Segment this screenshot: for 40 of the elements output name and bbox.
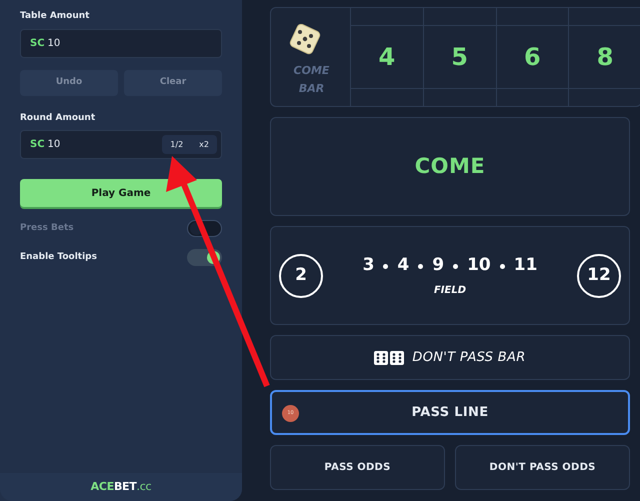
field-number: 9 xyxy=(432,254,444,278)
field-number: 12 xyxy=(577,254,621,298)
bullet-icon xyxy=(453,264,458,268)
odds-bet-area[interactable]: DON'T PASS ODDS xyxy=(455,445,630,490)
currency-label: SC xyxy=(30,36,45,50)
field-number: 10 xyxy=(467,254,491,278)
field-number: 4 xyxy=(397,254,410,278)
amount-field[interactable]: SC 10 1/2 x2 xyxy=(20,130,222,159)
modifier-button[interactable]: x2 xyxy=(191,135,217,154)
bar-label: BAR xyxy=(298,81,324,97)
bullet-icon xyxy=(500,264,505,268)
point-number[interactable]: 5 xyxy=(424,26,496,88)
come-bet-area[interactable]: COME xyxy=(270,117,630,216)
field-number: 11 xyxy=(514,254,538,278)
field-label: Table Amount xyxy=(20,10,90,23)
currency-label: SC xyxy=(30,138,45,152)
toggle-label: Press Bets xyxy=(20,222,74,235)
dice-icon xyxy=(374,350,404,364)
modifier-button[interactable]: 1/2 xyxy=(162,135,192,154)
odds-bet-area[interactable]: PASS ODDS xyxy=(270,445,445,490)
field-label: Round Amount xyxy=(20,112,96,124)
field-number: 3 xyxy=(362,254,374,278)
dont-pass-bar-area[interactable]: DON'T PASS BAR xyxy=(270,335,630,380)
bet-label: PASS LINE xyxy=(412,404,488,422)
play-game-button[interactable]: Play Game xyxy=(20,179,222,207)
amount-value: 10 xyxy=(48,138,62,152)
bullet-icon xyxy=(418,264,424,268)
bar-label: COME xyxy=(292,63,330,79)
field-label: FIELD xyxy=(434,284,466,298)
toggle-label: Enable Tooltips xyxy=(20,250,97,264)
field-bet-area[interactable]: 2 3 4 9 10 11 FIELD 12 xyxy=(270,226,630,325)
bullet-icon xyxy=(383,264,388,268)
amount-field[interactable]: SC 10 xyxy=(20,28,222,58)
point-number[interactable]: 6 xyxy=(496,26,568,88)
bet-label: DON'T PASS BAR xyxy=(412,348,526,367)
field-number: 2 xyxy=(279,254,323,298)
brand-logo: ACEBET.cc xyxy=(90,478,152,495)
point-number[interactable]: 8 xyxy=(569,26,640,88)
point-number[interactable]: 4 xyxy=(351,26,423,88)
amount-value: 10 xyxy=(48,36,60,50)
